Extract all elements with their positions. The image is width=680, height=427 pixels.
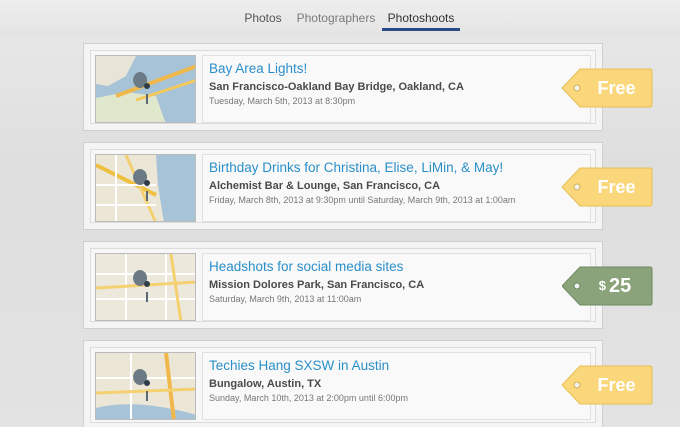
event-time: Saturday, March 9th, 2013 at 11:00am [209,294,362,304]
price-tag: Free [562,166,654,208]
event-time: Sunday, March 10th, 2013 at 2:00pm until… [209,393,408,403]
event-venue: Bungalow, Austin, TX [209,378,322,390]
event-card[interactable]: Headshots for social media sites Mission… [83,241,603,329]
event-map[interactable] [95,154,196,222]
price-tag: Free [562,364,654,406]
event-card[interactable]: Birthday Drinks for Christina, Elise, Li… [83,142,603,230]
event-info: Headshots for social media sites Mission… [202,253,591,321]
price-tag: $25 [562,265,654,307]
price-tag: Free [562,67,654,109]
event-card-body: Techies Hang SXSW in Austin Bungalow, Au… [90,347,596,423]
event-title-link[interactable]: Birthday Drinks for Christina, Elise, Li… [209,159,584,177]
event-title-link[interactable]: Techies Hang SXSW in Austin [209,357,584,375]
tab-photographers[interactable]: Photographers [294,9,378,31]
event-info: Birthday Drinks for Christina, Elise, Li… [202,154,591,222]
event-venue: San Francisco-Oakland Bay Bridge, Oaklan… [209,81,464,93]
price-label: Free [597,375,636,395]
event-map[interactable] [95,55,196,123]
event-title-link[interactable]: Headshots for social media sites [209,258,584,276]
event-map[interactable] [95,352,196,420]
event-card-body: Birthday Drinks for Christina, Elise, Li… [90,149,596,223]
event-time: Friday, March 8th, 2013 at 9:30pm until … [209,195,516,205]
tab-photoshoots[interactable]: Photoshoots [382,9,460,31]
event-title-link[interactable]: Bay Area Lights! [209,60,584,78]
event-time: Tuesday, March 5th, 2013 at 8:30pm [209,96,356,106]
price-label: Free [597,78,636,98]
event-map[interactable] [95,253,196,321]
event-info: Techies Hang SXSW in Austin Bungalow, Au… [202,352,591,420]
price-label: Free [597,177,636,197]
event-card[interactable]: Bay Area Lights! San Francisco-Oakland B… [83,43,603,131]
event-venue: Mission Dolores Park, San Francisco, CA [209,279,425,291]
price-label: $25 [598,275,632,297]
tab-photos[interactable]: Photos [236,9,290,31]
tab-bar: Photos Photographers Photoshoots [0,9,680,31]
event-venue: Alchemist Bar & Lounge, San Francisco, C… [209,180,441,192]
event-card[interactable]: Techies Hang SXSW in Austin Bungalow, Au… [83,340,603,427]
event-info: Bay Area Lights! San Francisco-Oakland B… [202,55,591,123]
event-card-body: Headshots for social media sites Mission… [90,248,596,322]
event-card-body: Bay Area Lights! San Francisco-Oakland B… [90,50,596,124]
